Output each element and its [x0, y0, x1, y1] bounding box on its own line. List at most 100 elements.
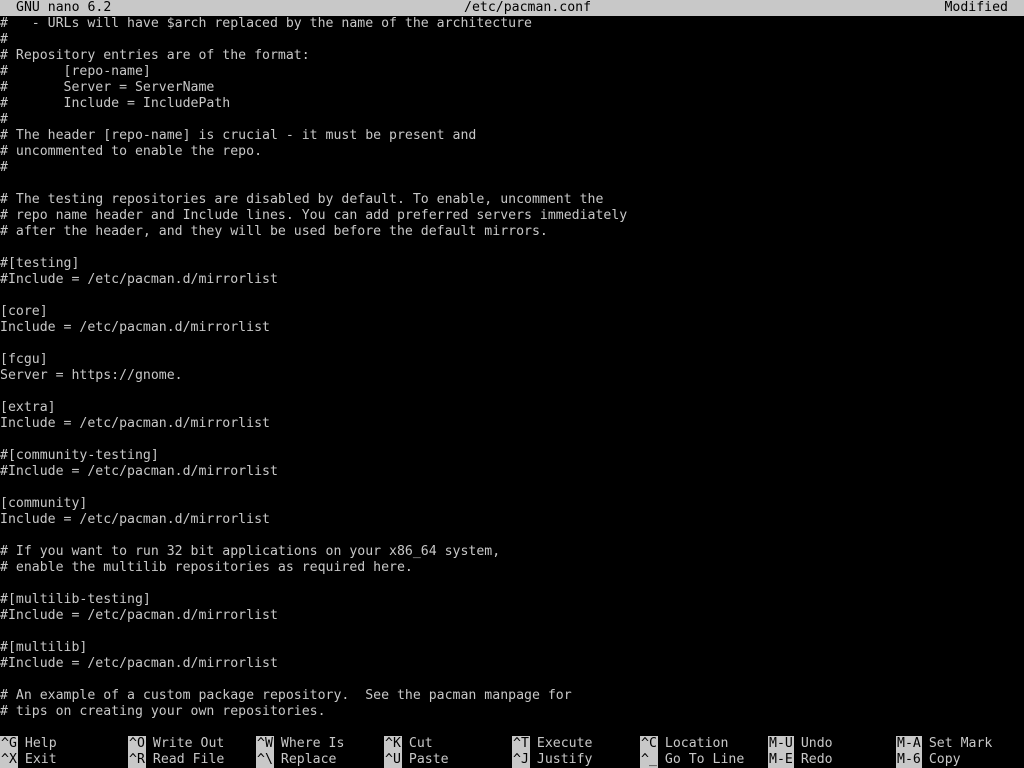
editor-line[interactable]: #Include = /etc/pacman.d/mirrorlist [0, 464, 1024, 480]
editor-line[interactable]: # Include = IncludePath [0, 96, 1024, 112]
editor-line[interactable]: #Include = /etc/pacman.d/mirrorlist [0, 608, 1024, 624]
app-version: GNU nano 6.2 [16, 0, 112, 15]
text-editor-area[interactable]: # - URLs will have $arch replaced by the… [0, 16, 1024, 720]
editor-line[interactable]: #[testing] [0, 256, 1024, 272]
editor-line[interactable]: [fcgu] [0, 352, 1024, 368]
editor-line[interactable]: # If you want to run 32 bit applications… [0, 544, 1024, 560]
shortcut-label: Justify [536, 752, 593, 767]
shortcut-bar: ^G Help ^O Write Out ^W Where Is ^K Cut ^T Ex… [0, 736, 1024, 768]
undo-shortcut[interactable]: M-U Undo [768, 736, 833, 752]
shortcut-key: ^O [128, 736, 146, 752]
go-to-line-shortcut[interactable]: ^_ Go To Line [640, 752, 744, 768]
editor-line[interactable] [0, 384, 1024, 400]
editor-line[interactable]: # Repository entries are of the format: [0, 48, 1024, 64]
editor-line[interactable] [0, 672, 1024, 688]
shortcut-label: Exit [24, 752, 57, 767]
editor-line[interactable]: # An example of a custom package reposit… [0, 688, 1024, 704]
editor-line[interactable]: [core] [0, 304, 1024, 320]
shortcut-key: ^_ [640, 752, 658, 768]
exit-shortcut[interactable]: ^X Exit [0, 752, 57, 768]
editor-line[interactable]: # [0, 112, 1024, 128]
shortcut-key: M-6 [896, 752, 922, 768]
paste-shortcut[interactable]: ^U Paste [384, 752, 449, 768]
replace-shortcut[interactable]: ^\ Replace [256, 752, 336, 768]
editor-line[interactable] [0, 240, 1024, 256]
editor-line[interactable] [0, 528, 1024, 544]
modified-status: Modified [944, 0, 1008, 15]
title-bar: GNU nano 6.2 /etc/pacman.conf Modified [0, 0, 1024, 16]
editor-line[interactable] [0, 480, 1024, 496]
editor-line[interactable]: # [repo-name] [0, 64, 1024, 80]
shortcut-key: ^K [384, 736, 402, 752]
execute-shortcut[interactable]: ^T Execute [512, 736, 592, 752]
where-is-shortcut[interactable]: ^W Where Is [256, 736, 344, 752]
redo-shortcut[interactable]: M-E Redo [768, 752, 833, 768]
editor-line[interactable]: # enable the multilib repositories as re… [0, 560, 1024, 576]
editor-line[interactable]: # tips on creating your own repositories… [0, 704, 1024, 720]
location-shortcut[interactable]: ^C Location [640, 736, 728, 752]
shortcut-label: Copy [928, 752, 961, 767]
copy-shortcut[interactable]: M-6 Copy [896, 752, 961, 768]
shortcut-label: Read File [152, 752, 225, 767]
editor-line[interactable] [0, 336, 1024, 352]
shortcut-label: Where Is [280, 736, 345, 751]
editor-line[interactable]: Include = /etc/pacman.d/mirrorlist [0, 512, 1024, 528]
editor-line[interactable] [0, 576, 1024, 592]
shortcut-label: Execute [536, 736, 593, 751]
shortcut-key: M-U [768, 736, 794, 752]
editor-line[interactable] [0, 624, 1024, 640]
editor-line[interactable]: #Include = /etc/pacman.d/mirrorlist [0, 272, 1024, 288]
editor-line[interactable]: # after the header, and they will be use… [0, 224, 1024, 240]
editor-line[interactable] [0, 432, 1024, 448]
shortcut-key: ^\ [256, 752, 274, 768]
shortcut-row-1: ^G Help ^O Write Out ^W Where Is ^K Cut ^T Ex… [0, 736, 1024, 752]
editor-line[interactable]: #Include = /etc/pacman.d/mirrorlist [0, 656, 1024, 672]
shortcut-key: ^U [384, 752, 402, 768]
editor-line[interactable]: Include = /etc/pacman.d/mirrorlist [0, 320, 1024, 336]
shortcut-label: Cut [408, 736, 433, 751]
justify-shortcut[interactable]: ^J Justify [512, 752, 592, 768]
shortcut-key: ^C [640, 736, 658, 752]
editor-line[interactable]: # The header [repo-name] is crucial - it… [0, 128, 1024, 144]
editor-line[interactable]: # The testing repositories are disabled … [0, 192, 1024, 208]
shortcut-label: Location [664, 736, 729, 751]
editor-line[interactable]: # [0, 32, 1024, 48]
editor-line[interactable]: Server = https://gnome. [0, 368, 1024, 384]
editor-line[interactable]: #[multilib-testing] [0, 592, 1024, 608]
editor-line[interactable] [0, 176, 1024, 192]
shortcut-label: Paste [408, 752, 449, 767]
shortcut-key: ^G [0, 736, 18, 752]
editor-line[interactable]: #[community-testing] [0, 448, 1024, 464]
editor-line[interactable]: #[multilib] [0, 640, 1024, 656]
editor-line[interactable]: # - URLs will have $arch replaced by the… [0, 16, 1024, 32]
shortcut-label: Undo [800, 736, 833, 751]
write-out-shortcut[interactable]: ^O Write Out [128, 736, 224, 752]
shortcut-key: M-E [768, 752, 794, 768]
editor-line[interactable]: Include = /etc/pacman.d/mirrorlist [0, 416, 1024, 432]
shortcut-label: Write Out [152, 736, 225, 751]
shortcut-label: Help [24, 736, 57, 751]
cut-shortcut[interactable]: ^K Cut [384, 736, 433, 752]
editor-line[interactable] [0, 288, 1024, 304]
editor-line[interactable]: # Server = ServerName [0, 80, 1024, 96]
shortcut-label: Replace [280, 752, 337, 767]
read-file-shortcut[interactable]: ^R Read File [128, 752, 224, 768]
editor-line[interactable]: [community] [0, 496, 1024, 512]
shortcut-label: Redo [800, 752, 833, 767]
shortcut-row-2: ^X Exit ^R Read File ^\ Replace ^U Paste ^J J… [0, 752, 1024, 768]
file-name: /etc/pacman.conf [464, 0, 592, 15]
help-shortcut[interactable]: ^G Help [0, 736, 57, 752]
shortcut-key: ^T [512, 736, 530, 752]
shortcut-label: Set Mark [928, 736, 993, 751]
shortcut-key: M-A [896, 736, 922, 752]
editor-line[interactable]: # [0, 160, 1024, 176]
editor-line[interactable]: # uncommented to enable the repo. [0, 144, 1024, 160]
set-mark-shortcut[interactable]: M-A Set Mark [896, 736, 992, 752]
editor-line[interactable]: [extra] [0, 400, 1024, 416]
shortcut-label: Go To Line [664, 752, 745, 767]
editor-line[interactable]: # repo name header and Include lines. Yo… [0, 208, 1024, 224]
shortcut-key: ^J [512, 752, 530, 768]
shortcut-key: ^W [256, 736, 274, 752]
shortcut-key: ^R [128, 752, 146, 768]
shortcut-key: ^X [0, 752, 18, 768]
